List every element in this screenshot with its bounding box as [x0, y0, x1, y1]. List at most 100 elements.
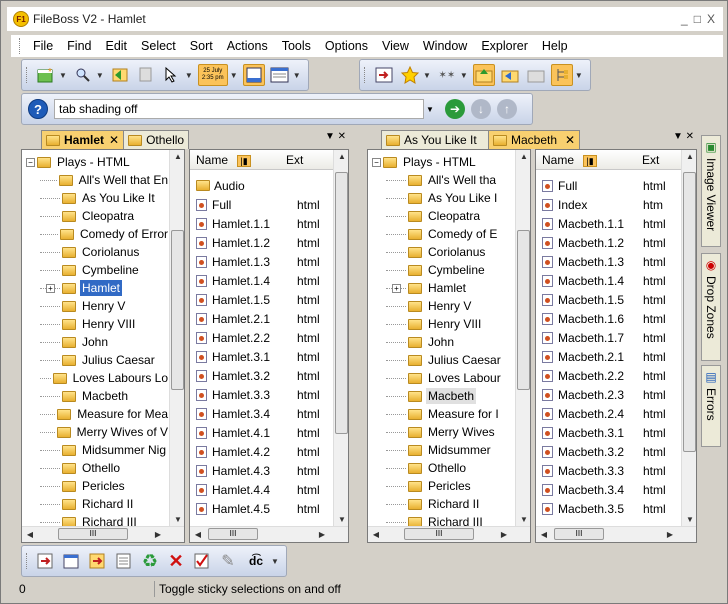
- file-row[interactable]: Hamlet.3.1 html: [190, 347, 334, 366]
- sparkle-icon[interactable]: ✶✶: [436, 64, 458, 86]
- go-icon[interactable]: ➔: [445, 99, 465, 119]
- tree-item[interactable]: Loves Labour: [368, 369, 516, 387]
- tree-item[interactable]: Loves Labours Lo: [22, 369, 170, 387]
- toolbar-grip-3[interactable]: [26, 553, 29, 569]
- chevron-down-icon[interactable]: ▼: [424, 99, 436, 119]
- file-row[interactable]: Hamlet.2.1 html: [190, 309, 334, 328]
- file-row[interactable]: Hamlet.3.4 html: [190, 404, 334, 423]
- tree-item[interactable]: Julius Caesar: [368, 351, 516, 369]
- menu-select[interactable]: Select: [134, 39, 183, 53]
- move-to-icon[interactable]: [87, 550, 109, 572]
- delete-icon[interactable]: ✕: [165, 550, 187, 572]
- tree-item[interactable]: John: [368, 333, 516, 351]
- up-arrow-icon[interactable]: ↑: [497, 99, 517, 119]
- tree-item[interactable]: John: [22, 333, 170, 351]
- tab-othello[interactable]: Othello: [123, 130, 190, 149]
- file-row[interactable]: Macbeth.1.4 html: [536, 271, 682, 290]
- file-row[interactable]: Macbeth.2.4 html: [536, 404, 682, 423]
- tree-item[interactable]: Richard II: [368, 495, 516, 513]
- favorites-star-icon[interactable]: [399, 64, 421, 86]
- ext-column-header[interactable]: Ext: [280, 153, 303, 167]
- address-input[interactable]: [54, 99, 424, 119]
- file-row[interactable]: Macbeth.2.3 html: [536, 385, 682, 404]
- menu-actions[interactable]: Actions: [220, 39, 275, 53]
- ext-column-header[interactable]: Ext: [636, 153, 659, 167]
- tree-item[interactable]: Henry VIII: [368, 315, 516, 333]
- tree-item[interactable]: Pericles: [22, 477, 170, 495]
- tab-menu-icon[interactable]: ▼ ✕: [325, 131, 346, 142]
- tree-item[interactable]: Comedy of E: [368, 225, 516, 243]
- search-icon[interactable]: [72, 64, 94, 86]
- file-row[interactable]: Hamlet.1.2 html: [190, 233, 334, 252]
- file-row[interactable]: Macbeth.1.6 html: [536, 309, 682, 328]
- menu-file[interactable]: File: [26, 39, 60, 53]
- tree-item[interactable]: Coriolanus: [22, 243, 170, 261]
- tree-item[interactable]: Richard II: [22, 495, 170, 513]
- tree-item[interactable]: Measure for I: [368, 405, 516, 423]
- list-document-icon[interactable]: [113, 550, 135, 572]
- tree-root[interactable]: − Plays - HTML: [22, 153, 170, 171]
- split-view-icon[interactable]: [242, 64, 265, 86]
- help-icon[interactable]: ?: [28, 99, 48, 119]
- file-row[interactable]: Hamlet.1.5 html: [190, 290, 334, 309]
- tree-root[interactable]: − Plays - HTML: [368, 153, 516, 171]
- file-row[interactable]: Hamlet.4.1 html: [190, 423, 334, 442]
- tree-item[interactable]: Merry Wives of V: [22, 423, 170, 441]
- file-row[interactable]: Hamlet.4.4 html: [190, 480, 334, 499]
- file-row[interactable]: Macbeth.2.2 html: [536, 366, 682, 385]
- file-row[interactable]: Macbeth.3.3 html: [536, 461, 682, 480]
- file-row[interactable]: Hamlet.2.2 html: [190, 328, 334, 347]
- file-row[interactable]: Macbeth.1.1 html: [536, 214, 682, 233]
- tree-item[interactable]: Comedy of Error: [22, 225, 170, 243]
- tree-item[interactable]: Merry Wives: [368, 423, 516, 441]
- h-scroll-thumb[interactable]: III: [58, 528, 128, 540]
- close-tab-icon[interactable]: ✕: [565, 133, 575, 147]
- tree-item[interactable]: Coriolanus: [368, 243, 516, 261]
- file-row[interactable]: Full html: [190, 195, 334, 214]
- tree-item[interactable]: Cymbeline: [22, 261, 170, 279]
- check-document-icon[interactable]: [191, 550, 213, 572]
- tab-hamlet[interactable]: Hamlet ✕: [41, 130, 125, 149]
- tree-item[interactable]: Cleopatra: [368, 207, 516, 225]
- file-row[interactable]: Macbeth.1.5 html: [536, 290, 682, 309]
- cursor-select-icon[interactable]: [161, 64, 183, 86]
- file-row[interactable]: Full html: [536, 176, 682, 195]
- file-row[interactable]: Macbeth.1.7 html: [536, 328, 682, 347]
- down-arrow-icon[interactable]: ↓: [471, 99, 491, 119]
- close-button[interactable]: X: [707, 12, 715, 26]
- name-column-header[interactable]: Name |▮: [536, 153, 636, 167]
- file-row[interactable]: Hamlet.3.3 html: [190, 385, 334, 404]
- tree-item[interactable]: Henry VIII: [22, 315, 170, 333]
- recycle-icon[interactable]: ♻: [139, 550, 161, 572]
- side-tab-drop-zones[interactable]: ◉ Drop Zones: [701, 253, 721, 361]
- copy-to-icon[interactable]: [35, 550, 57, 572]
- tab-macbeth[interactable]: Macbeth ✕: [488, 130, 581, 149]
- tree-item[interactable]: Pericles: [368, 477, 516, 495]
- menu-view[interactable]: View: [375, 39, 416, 53]
- calendar-icon[interactable]: [61, 550, 83, 572]
- file-row[interactable]: Macbeth.3.1 html: [536, 423, 682, 442]
- minimize-button[interactable]: _: [681, 12, 688, 26]
- menu-window[interactable]: Window: [416, 39, 474, 53]
- file-row[interactable]: Macbeth.3.5 html: [536, 499, 682, 518]
- folder-forward-icon[interactable]: [525, 64, 547, 86]
- maximize-button[interactable]: □: [694, 12, 701, 26]
- menu-sort[interactable]: Sort: [183, 39, 220, 53]
- tree-item[interactable]: Cymbeline: [368, 261, 516, 279]
- tree-view-icon[interactable]: [550, 64, 573, 86]
- details-view-icon[interactable]: [269, 64, 291, 86]
- file-row[interactable]: Audio: [190, 176, 334, 195]
- tree-item[interactable]: Macbeth: [368, 387, 516, 405]
- menu-explorer[interactable]: Explorer: [474, 39, 535, 53]
- tree-item[interactable]: Henry V: [368, 297, 516, 315]
- file-row[interactable]: Macbeth.2.1 html: [536, 347, 682, 366]
- close-tab-icon[interactable]: ✕: [109, 133, 119, 147]
- folder-back-icon[interactable]: [499, 64, 521, 86]
- tree-item[interactable]: As You Like It: [22, 189, 170, 207]
- tree-item[interactable]: + Hamlet: [22, 279, 170, 297]
- file-row[interactable]: Macbeth.1.2 html: [536, 233, 682, 252]
- date-stamp-button[interactable]: 25 July 2:35 pm: [197, 64, 228, 86]
- tree-item[interactable]: All's Well tha: [368, 171, 516, 189]
- back-icon[interactable]: [109, 64, 131, 86]
- menu-grip[interactable]: [19, 38, 22, 54]
